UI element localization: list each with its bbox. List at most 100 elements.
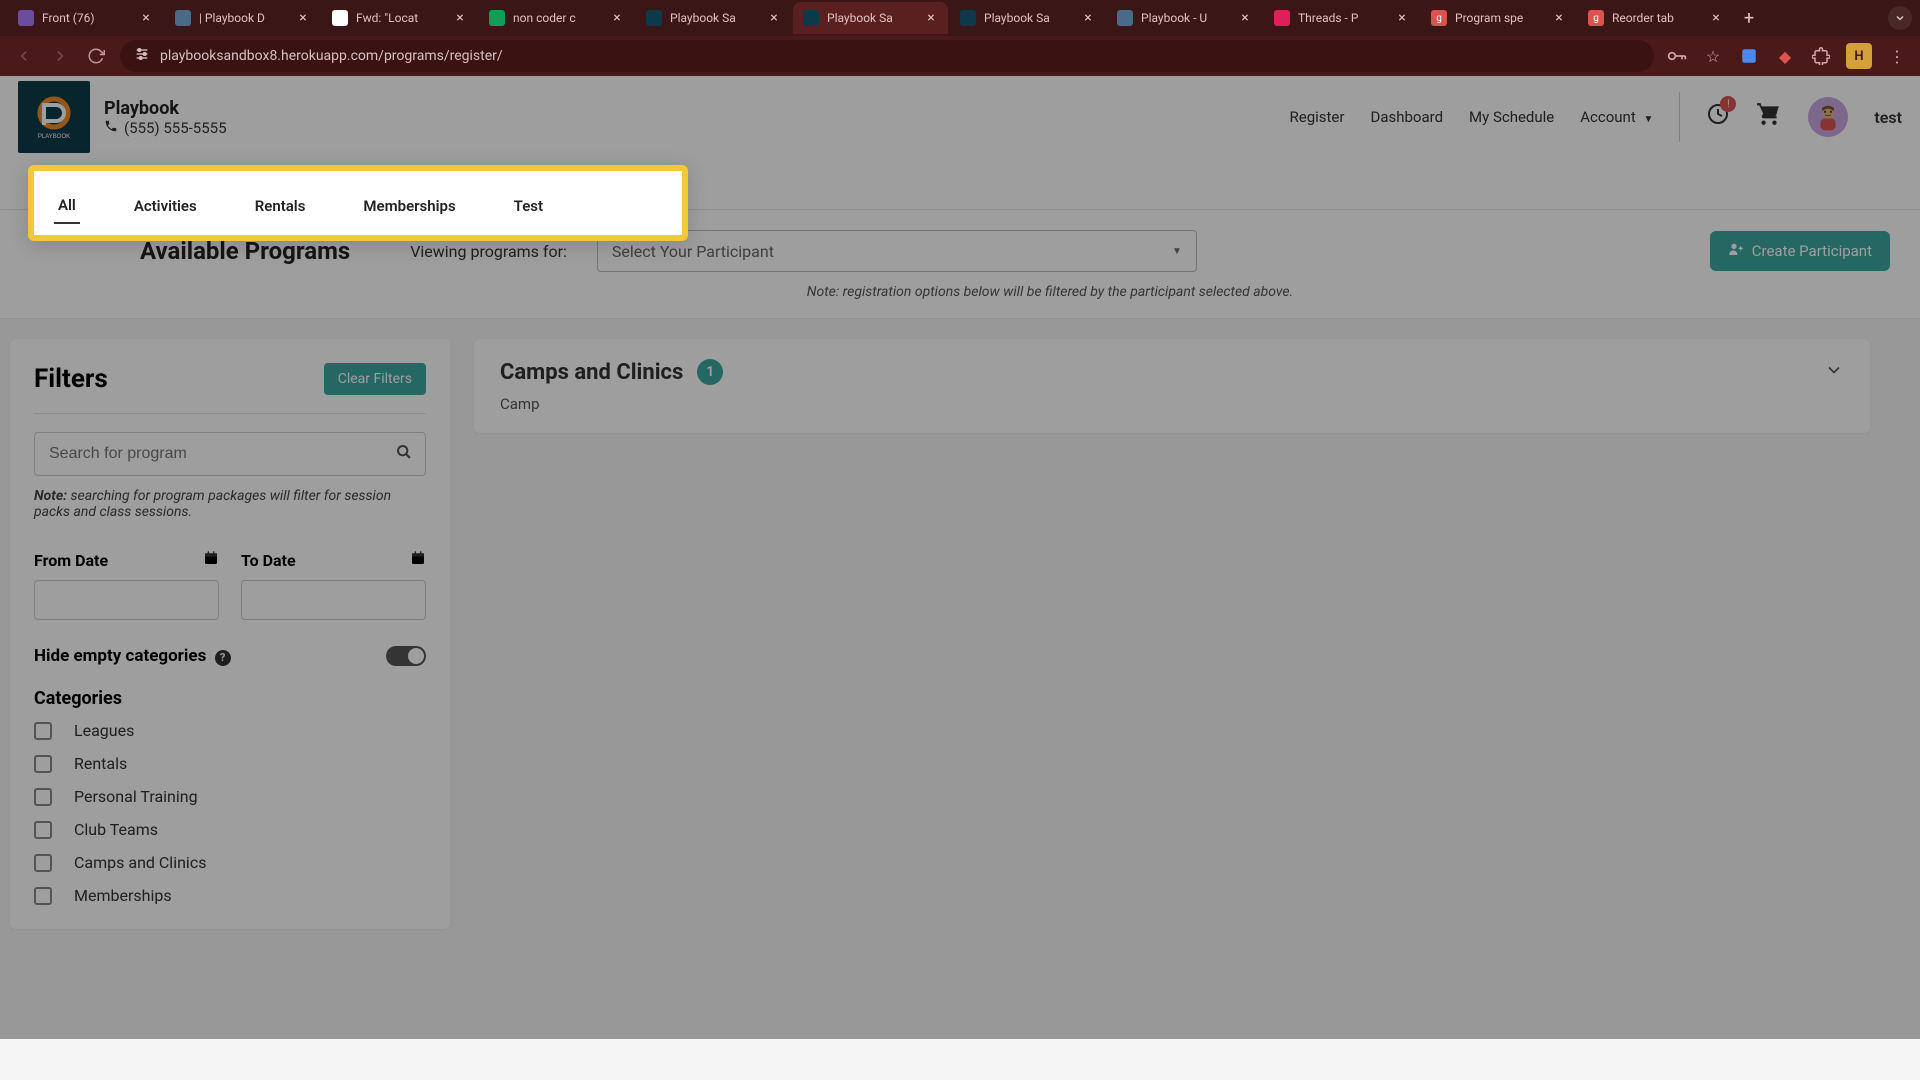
hide-empty-toggle[interactable] [386,646,426,666]
checkbox[interactable] [34,755,52,773]
browser-tab[interactable]: MFwd: "Locat× [322,2,477,34]
browser-tab[interactable]: Playbook Sa× [950,2,1105,34]
close-icon[interactable]: × [296,11,310,25]
browser-tab[interactable]: Playbook Sa× [793,2,948,34]
close-icon[interactable]: × [453,11,467,25]
category-label: Rentals [74,754,127,773]
bookmark-star-icon[interactable]: ☆ [1702,45,1724,67]
close-icon[interactable]: × [610,11,624,25]
program-tabs: All Activities Rentals Memberships Test [34,171,682,235]
help-icon[interactable]: ? [215,650,231,666]
hide-empty-label: Hide empty categories [34,646,206,666]
close-icon[interactable]: × [1552,11,1566,25]
browser-tab[interactable]: Front (76) × [8,2,163,34]
tab-favicon [18,10,34,26]
calendar-icon[interactable] [203,550,219,570]
program-card-title: Camps and Clinics [500,360,683,385]
category-item[interactable]: Rentals [34,754,426,773]
checkbox[interactable] [34,887,52,905]
category-label: Camps and Clinics [74,853,206,872]
phone-icon [104,119,118,137]
back-button[interactable] [12,44,36,68]
close-icon[interactable]: × [1238,11,1252,25]
program-tab-all[interactable]: All [54,188,80,224]
tab-favicon [960,10,976,26]
search-icon[interactable] [396,444,412,464]
browser-tab[interactable]: Playbook Sa× [636,2,791,34]
calendar-icon[interactable] [410,550,426,570]
close-icon[interactable]: × [1081,11,1095,25]
category-item[interactable]: Leagues [34,721,426,740]
site-settings-icon[interactable] [134,46,150,66]
program-card[interactable]: Camps and Clinics 1 Camp [474,339,1870,433]
program-tab-rentals[interactable]: Rentals [251,189,310,223]
extension-icon-1[interactable] [1738,45,1760,67]
checkbox[interactable] [34,722,52,740]
chrome-profile-badge[interactable]: H [1846,43,1872,69]
tab-favicon [175,10,191,26]
nav-my-schedule[interactable]: My Schedule [1469,108,1554,126]
category-item[interactable]: Camps and Clinics [34,853,426,872]
checkbox[interactable] [34,788,52,806]
forward-button[interactable] [48,44,72,68]
nav-account[interactable]: Account ▼ [1580,108,1653,126]
tab-title: | Playbook D [199,11,288,25]
address-bar[interactable]: playbooksandbox8.herokuapp.com/programs/… [120,40,1654,72]
close-icon[interactable]: × [139,11,153,25]
browser-tab[interactable]: Playbook - U× [1107,2,1262,34]
create-participant-button[interactable]: Create Participant [1710,231,1890,271]
nav-dashboard[interactable]: Dashboard [1370,108,1443,126]
phone-number: (555) 555-5555 [124,119,227,137]
tab-favicon [646,10,662,26]
category-item[interactable]: Personal Training [34,787,426,806]
extensions-puzzle-icon[interactable] [1810,45,1832,67]
brand-logo[interactable]: PLAYBOOK [18,81,90,153]
browser-tab[interactable]: | Playbook D × [165,2,320,34]
program-count-badge: 1 [697,359,723,385]
extension-icon-2[interactable]: ◆ [1774,45,1796,67]
category-item[interactable]: Club Teams [34,820,426,839]
viewing-for-label: Viewing programs for: [410,242,567,261]
clear-filters-button[interactable]: Clear Filters [324,363,426,395]
cart-button[interactable] [1756,101,1782,133]
participant-placeholder: Select Your Participant [612,242,774,261]
chevron-down-icon[interactable] [1824,360,1844,385]
to-date-input[interactable] [241,580,426,620]
tab-title: Front (76) [42,11,131,25]
reload-button[interactable] [84,44,108,68]
chevron-down-icon: ▼ [1172,246,1182,257]
chrome-menu-icon[interactable]: ⋮ [1886,45,1908,67]
browser-tab[interactable]: non coder c × [479,2,634,34]
category-item[interactable]: Memberships [34,886,426,905]
tab-favicon: g [1588,10,1604,26]
user-plus-icon [1728,241,1744,261]
username-label: test [1874,108,1902,127]
tab-list-dropdown[interactable] [1888,6,1912,30]
program-tab-test[interactable]: Test [510,189,547,223]
browser-tab[interactable]: Threads - P× [1264,2,1419,34]
browser-toolbar-icons: ☆ ◆ H ⋮ [1666,43,1908,69]
browser-tab[interactable]: gProgram spe× [1421,2,1576,34]
close-icon[interactable]: × [767,11,781,25]
close-icon[interactable]: × [1709,11,1723,25]
filters-title: Filters [34,364,108,394]
tab-favicon [1117,10,1133,26]
tab-title: non coder c [513,11,602,25]
program-search-input[interactable] [34,432,426,476]
browser-tab[interactable]: gReorder tab× [1578,2,1733,34]
checkbox[interactable] [34,854,52,872]
from-date-input[interactable] [34,580,219,620]
program-tab-activities[interactable]: Activities [130,189,201,223]
cart-icon [1756,105,1782,133]
programs-list: Camps and Clinics 1 Camp [474,339,1910,1019]
user-avatar[interactable] [1808,97,1848,137]
notifications-button[interactable]: ! [1706,102,1730,132]
checkbox[interactable] [34,821,52,839]
program-tab-memberships[interactable]: Memberships [359,189,459,223]
close-icon[interactable]: × [1395,11,1409,25]
close-icon[interactable]: × [924,11,938,25]
nav-register[interactable]: Register [1290,108,1345,126]
filter-note-row: Note: registration options below will be… [0,278,1920,319]
password-icon[interactable] [1666,45,1688,67]
new-tab-button[interactable]: + [1735,4,1763,32]
